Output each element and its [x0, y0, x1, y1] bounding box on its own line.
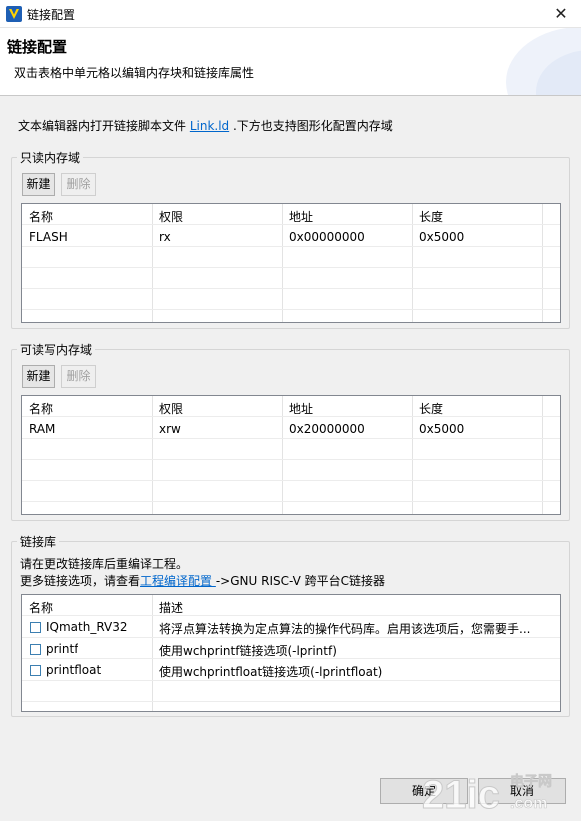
readwrite-new-button[interactable]: 新建 — [22, 365, 55, 388]
table-cell-name[interactable]: RAM — [29, 422, 55, 436]
table-cell-length[interactable]: 0x5000 — [419, 230, 464, 244]
link-library-group: 链接库 请在更改链接库后重编译工程。 更多链接选项，请查看工程编译配置 ->GN… — [11, 533, 570, 717]
library-description: 将浮点算法转换为定点算法的操作代码库。启用该选项后，您需要手... — [159, 622, 531, 636]
printfloat-checkbox[interactable] — [30, 665, 41, 676]
library-name[interactable]: printfloat — [46, 663, 101, 677]
readonly-delete-button[interactable]: 删除 — [61, 173, 96, 196]
more-options-suffix: ->GNU RISC-V 跨平台C链接器 — [215, 574, 386, 588]
table-cell-address[interactable]: 0x00000000 — [289, 230, 365, 244]
header-decoration — [506, 28, 581, 95]
linker-script-link[interactable]: Link.ld — [190, 119, 229, 133]
intro-text: 文本编辑器内打开链接脚本文件 Link.ld .下方也支持图形化配置内存域 — [18, 117, 393, 134]
cancel-button[interactable]: 取消 — [478, 778, 566, 804]
library-description: 使用wchprintf链接选项(-lprintf) — [159, 644, 337, 658]
app-logo-icon — [6, 6, 22, 22]
readonly-new-button[interactable]: 新建 — [22, 173, 55, 196]
dialog-header: 链接配置 双击表格中单元格以编辑内存块和链接库属性 — [0, 28, 581, 96]
library-more-options: 更多链接选项，请查看工程编译配置 ->GNU RISC-V 跨平台C链接器 — [20, 572, 385, 589]
more-options-prefix: 更多链接选项，请查看 — [20, 574, 141, 588]
column-header-length[interactable]: 长度 — [419, 208, 443, 225]
column-header-address[interactable]: 地址 — [289, 400, 313, 417]
table-cell-permission[interactable]: xrw — [159, 422, 181, 436]
column-header-address[interactable]: 地址 — [289, 208, 313, 225]
dialog-content: 文本编辑器内打开链接脚本文件 Link.ld .下方也支持图形化配置内存域 只读… — [0, 97, 581, 821]
table-cell-name[interactable]: FLASH — [29, 230, 68, 244]
table-cell-address[interactable]: 0x20000000 — [289, 422, 365, 436]
column-header-name[interactable]: 名称 — [29, 208, 53, 225]
column-header-permission[interactable]: 权限 — [159, 400, 183, 417]
table-cell-permission[interactable]: rx — [159, 230, 171, 244]
readwrite-memory-group: 可读写内存域 新建 删除 名称 权限 地址 长度 RAM xrw 0x20000… — [11, 341, 570, 521]
readonly-memory-group: 只读内存域 新建 删除 名称 权限 地址 长度 FLASH rx 0x00000… — [11, 149, 570, 329]
library-description: 使用wchprintfloat链接选项(-lprintfloat) — [159, 665, 383, 679]
title-bar: 链接配置 ✕ — [0, 0, 581, 28]
link-library-legend: 链接库 — [17, 533, 60, 550]
column-header-name[interactable]: 名称 — [29, 400, 53, 417]
library-name[interactable]: IQmath_RV32 — [46, 620, 128, 634]
build-config-link[interactable]: 工程编译配置 — [140, 574, 216, 588]
readonly-memory-table: 名称 权限 地址 长度 FLASH rx 0x00000000 0x5000 — [21, 203, 561, 323]
page-subtitle: 双击表格中单元格以编辑内存块和链接库属性 — [14, 66, 255, 80]
readwrite-delete-button[interactable]: 删除 — [61, 365, 96, 388]
readwrite-memory-legend: 可读写内存域 — [17, 341, 96, 358]
ok-button[interactable]: 确定 — [380, 778, 468, 804]
readwrite-memory-table: 名称 权限 地址 长度 RAM xrw 0x20000000 0x5000 — [21, 395, 561, 515]
column-header-permission[interactable]: 权限 — [159, 208, 183, 225]
library-note: 请在更改链接库后重编译工程。 — [20, 557, 189, 571]
readonly-memory-legend: 只读内存域 — [17, 149, 84, 166]
link-library-table: 名称 描述 IQmath_RV32 将浮点算法转换为定点算法的操作代码库。启用该… — [21, 594, 561, 712]
page-title: 链接配置 — [7, 38, 68, 56]
library-name[interactable]: printf — [46, 642, 78, 656]
column-header-name[interactable]: 名称 — [29, 599, 53, 616]
column-header-length[interactable]: 长度 — [419, 400, 443, 417]
table-cell-length[interactable]: 0x5000 — [419, 422, 464, 436]
intro-suffix: .下方也支持图形化配置内存域 — [229, 119, 393, 133]
printf-checkbox[interactable] — [30, 644, 41, 655]
intro-prefix: 文本编辑器内打开链接脚本文件 — [18, 119, 190, 133]
close-icon[interactable]: ✕ — [546, 3, 576, 25]
column-header-description[interactable]: 描述 — [159, 599, 183, 616]
window-title: 链接配置 — [27, 8, 76, 22]
iqmath-checkbox[interactable] — [30, 622, 41, 633]
